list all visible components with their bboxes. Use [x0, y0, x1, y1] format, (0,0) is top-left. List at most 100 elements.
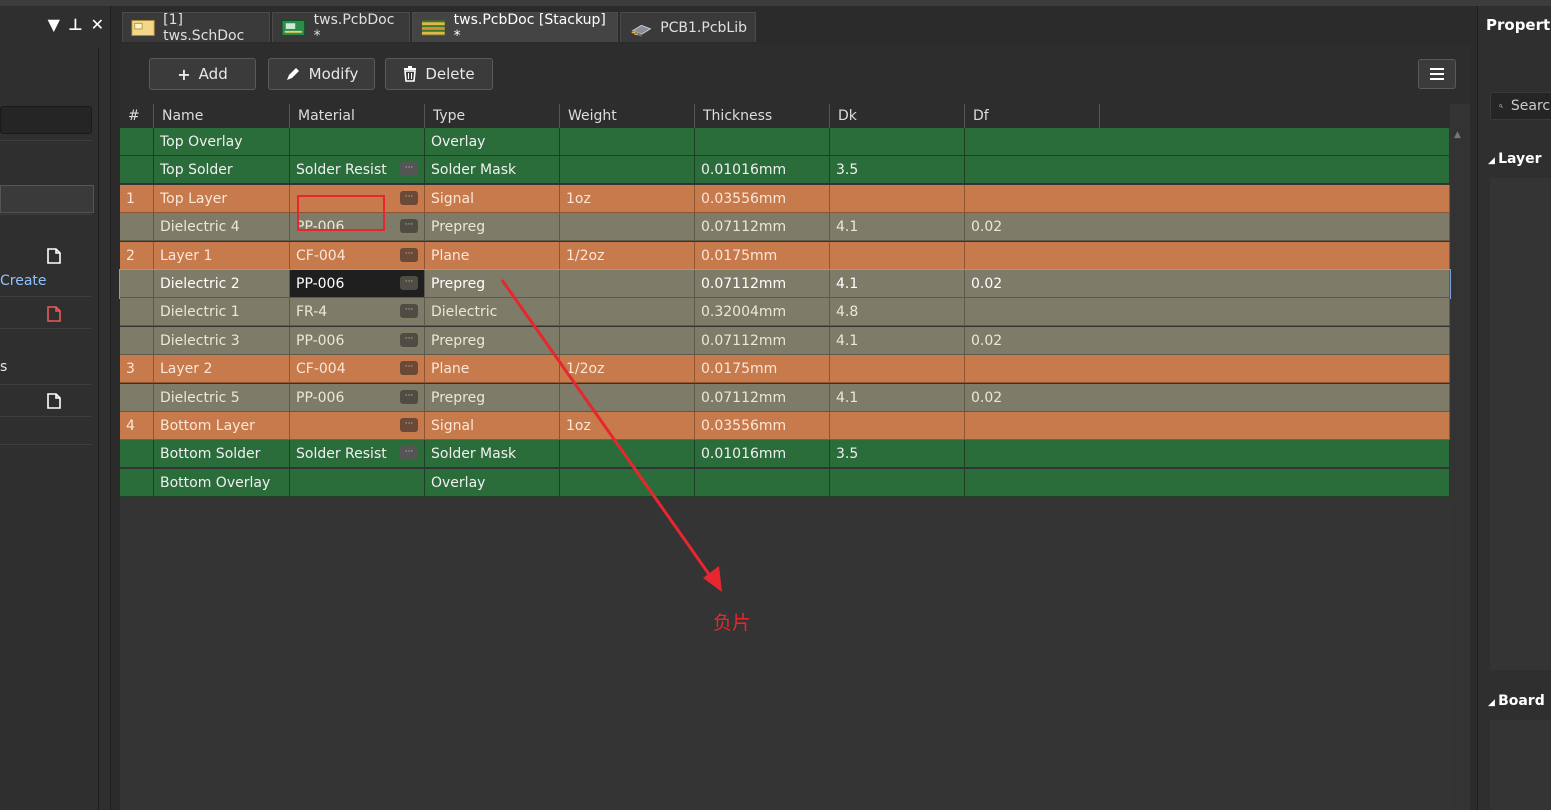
- table-row[interactable]: Dielectric 5 PP-006 ··· Prepreg 0.07112mm 4.1…: [120, 383, 1450, 412]
- cell-num[interactable]: 1: [120, 184, 154, 213]
- cell-dk[interactable]: [830, 128, 965, 156]
- cell-name[interactable]: Layer 2: [154, 355, 290, 384]
- column-header-material[interactable]: Material: [290, 104, 425, 128]
- cell-thickness[interactable]: 0.07112mm: [695, 326, 830, 355]
- vertical-scrollbar[interactable]: ▲: [1452, 128, 1466, 808]
- table-row[interactable]: Bottom Solder Solder Resist ··· Solder Mask…: [120, 440, 1450, 469]
- cell-type[interactable]: Dielectric: [425, 298, 560, 327]
- ellipsis-button-icon[interactable]: ···: [400, 219, 418, 234]
- cell-df[interactable]: [965, 440, 1450, 469]
- cell-dk[interactable]: [830, 412, 965, 440]
- cell-weight[interactable]: 1/2oz: [560, 355, 695, 384]
- column-header-type[interactable]: Type: [425, 104, 560, 128]
- cell-material[interactable]: PP-006 ···: [290, 383, 425, 412]
- tab-pcbdoc[interactable]: tws.PcbDoc *: [272, 12, 410, 44]
- column-header-num[interactable]: #: [120, 104, 154, 128]
- cell-df[interactable]: 0.02: [965, 213, 1450, 242]
- cell-name[interactable]: Top Layer: [154, 184, 290, 213]
- cell-weight[interactable]: [560, 383, 695, 412]
- scroll-up-icon[interactable]: ▲: [1454, 130, 1461, 140]
- cell-num[interactable]: [120, 270, 154, 298]
- table-row[interactable]: Bottom Overlay Overlay: [120, 468, 1450, 497]
- cell-df[interactable]: 0.02: [965, 383, 1450, 412]
- selected-list-item[interactable]: [0, 185, 94, 213]
- delete-button[interactable]: Delete: [385, 58, 493, 90]
- cell-name[interactable]: Bottom Overlay: [154, 468, 290, 497]
- cell-thickness[interactable]: [695, 128, 830, 156]
- cell-material[interactable]: [290, 128, 425, 156]
- cell-material[interactable]: ···: [290, 412, 425, 440]
- cell-material[interactable]: PP-006 ···: [290, 326, 425, 355]
- cell-name[interactable]: Top Overlay: [154, 128, 290, 156]
- modify-button[interactable]: Modify: [268, 58, 375, 90]
- cell-num[interactable]: [120, 156, 154, 185]
- cell-dk[interactable]: 4.1: [830, 383, 965, 412]
- cell-material[interactable]: Solder Resist ···: [290, 156, 425, 185]
- ellipsis-button-icon[interactable]: ···: [400, 332, 418, 347]
- cell-dk[interactable]: [830, 355, 965, 384]
- cell-df[interactable]: 0.02: [965, 270, 1450, 298]
- pin-icon[interactable]: ⊥: [68, 15, 83, 34]
- cell-dk[interactable]: 3.5: [830, 156, 965, 185]
- cell-type[interactable]: Solder Mask: [425, 156, 560, 185]
- cell-dk[interactable]: [830, 468, 965, 497]
- table-row[interactable]: 4 Bottom Layer ··· Signal 1oz 0.03556mm: [120, 412, 1450, 440]
- cell-type[interactable]: Plane: [425, 241, 560, 270]
- cell-thickness[interactable]: 0.0175mm: [695, 241, 830, 270]
- cell-weight[interactable]: 1oz: [560, 412, 695, 440]
- add-button[interactable]: + Add: [149, 58, 256, 90]
- tab-pcblib[interactable]: PCB1.PcbLib: [620, 12, 756, 42]
- cell-thickness[interactable]: [695, 468, 830, 497]
- cell-dk[interactable]: 4.1: [830, 270, 965, 298]
- cell-thickness[interactable]: 0.07112mm: [695, 270, 830, 298]
- cell-weight[interactable]: [560, 128, 695, 156]
- cell-material[interactable]: PP-006 ···: [290, 270, 425, 298]
- column-header-df[interactable]: Df: [965, 104, 1100, 128]
- ellipsis-button-icon[interactable]: ···: [400, 276, 418, 290]
- ellipsis-button-icon[interactable]: ···: [400, 446, 418, 461]
- table-row[interactable]: 3 Layer 2 CF-004 ··· Plane 1/2oz 0.0175mm: [120, 355, 1450, 384]
- cell-dk[interactable]: [830, 184, 965, 213]
- cell-name[interactable]: Layer 1: [154, 241, 290, 270]
- cell-num[interactable]: [120, 298, 154, 327]
- cell-df[interactable]: [965, 298, 1450, 327]
- table-row[interactable]: Dielectric 3 PP-006 ··· Prepreg 0.07112mm 4.1…: [120, 326, 1450, 355]
- cell-type[interactable]: Prepreg: [425, 213, 560, 242]
- cell-name[interactable]: Bottom Solder: [154, 440, 290, 469]
- column-header-dk[interactable]: Dk: [830, 104, 965, 128]
- cell-name[interactable]: Dielectric 1: [154, 298, 290, 327]
- cell-dk[interactable]: [830, 241, 965, 270]
- cell-type[interactable]: Prepreg: [425, 383, 560, 412]
- close-icon[interactable]: ✕: [91, 15, 104, 34]
- cell-weight[interactable]: [560, 440, 695, 469]
- document-icon[interactable]: [47, 393, 61, 409]
- cell-num[interactable]: [120, 440, 154, 469]
- cell-type[interactable]: Plane: [425, 355, 560, 384]
- section-layer[interactable]: ◢ Layer: [1488, 151, 1542, 167]
- cell-weight[interactable]: [560, 326, 695, 355]
- ellipsis-button-icon[interactable]: ···: [400, 304, 418, 319]
- cell-thickness[interactable]: 0.07112mm: [695, 383, 830, 412]
- cell-df[interactable]: [965, 184, 1450, 213]
- cell-weight[interactable]: [560, 468, 695, 497]
- cell-num[interactable]: 3: [120, 355, 154, 384]
- cell-name[interactable]: Dielectric 4: [154, 213, 290, 242]
- ellipsis-button-icon[interactable]: ···: [400, 361, 418, 376]
- table-row[interactable]: Top Solder Solder Resist ··· Solder Mask 0.0…: [120, 156, 1450, 185]
- cell-df[interactable]: [965, 468, 1450, 497]
- cell-thickness[interactable]: 0.03556mm: [695, 412, 830, 440]
- cell-thickness[interactable]: 0.03556mm: [695, 184, 830, 213]
- cell-material[interactable]: Solder Resist ···: [290, 440, 425, 469]
- document-icon[interactable]: [47, 248, 61, 264]
- cell-num[interactable]: [120, 383, 154, 412]
- cell-thickness[interactable]: 0.07112mm: [695, 213, 830, 242]
- column-header-thickness[interactable]: Thickness: [695, 104, 830, 128]
- cell-thickness[interactable]: 0.32004mm: [695, 298, 830, 327]
- cell-num[interactable]: [120, 468, 154, 497]
- ellipsis-button-icon[interactable]: ···: [400, 162, 418, 177]
- cell-type[interactable]: Prepreg: [425, 270, 560, 298]
- table-row[interactable]: 2 Layer 1 CF-004 ··· Plane 1/2oz 0.0175mm: [120, 241, 1450, 270]
- column-header-weight[interactable]: Weight: [560, 104, 695, 128]
- column-header-name[interactable]: Name: [154, 104, 290, 128]
- cell-type[interactable]: Overlay: [425, 128, 560, 156]
